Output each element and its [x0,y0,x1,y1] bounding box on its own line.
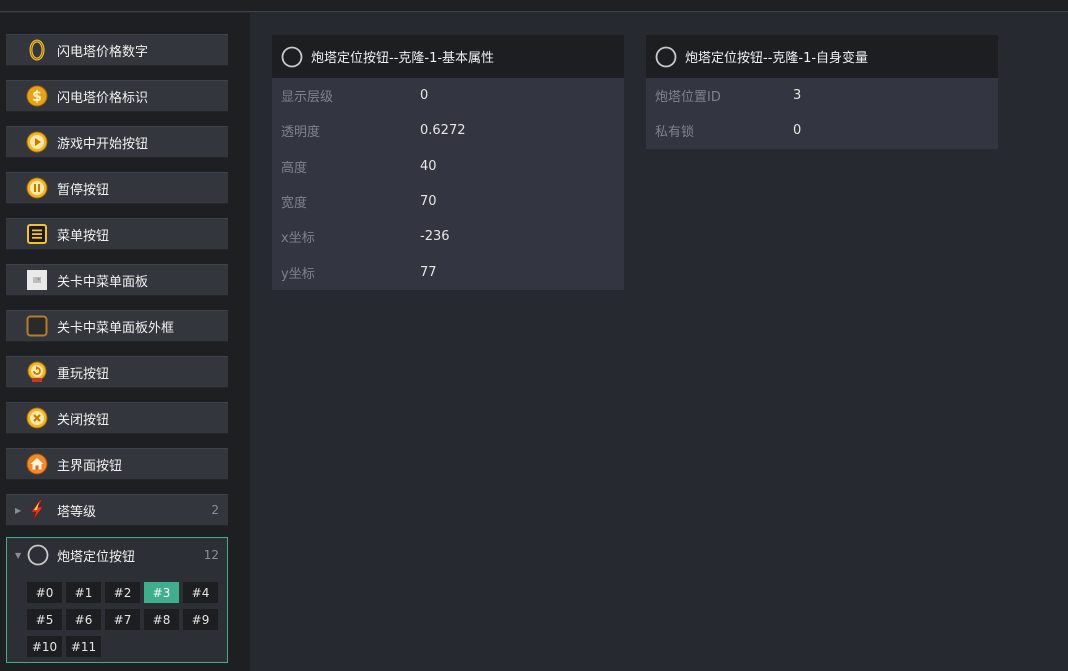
sidebar-item-replay-button[interactable]: 重玩按钮 [6,356,228,388]
sidebar-item-label: 闪电塔价格标识 [57,90,149,106]
home-button-icon [26,453,48,475]
sidebar: 闪电塔价格数字 $ 闪电塔价格标识 游戏中开始按钮 暂停按钮 菜单按钮 关卡中菜… [0,13,250,671]
instance-chip[interactable]: #8 [144,609,179,630]
group-header[interactable]: ▼ 炮塔定位按钮 12 [7,538,227,572]
variable-key: 私有锁 [655,125,695,141]
instance-chip[interactable]: #7 [105,609,140,630]
sidebar-item-label: 闪电塔价格数字 [57,44,149,60]
variable-value[interactable]: 3 [793,88,801,103]
sidebar-item-menu-button[interactable]: 菜单按钮 [6,218,228,250]
property-row[interactable]: 宽度 70 [272,184,624,219]
sidebar-item-label: 关卡中菜单面板 [57,274,149,290]
property-row[interactable]: 高度 40 [272,149,624,184]
sidebar-item-label: 游戏中开始按钮 [57,136,149,152]
sidebar-item-label: 关闭按钮 [57,412,110,428]
sidebar-item-pause-button[interactable]: 暂停按钮 [6,172,228,204]
instance-chip[interactable]: #2 [105,582,140,603]
panel-header: 炮塔定位按钮--克隆-1-自身变量 [646,35,998,78]
caret-down-icon[interactable]: ▼ [15,551,21,560]
property-key: 高度 [281,160,308,176]
caret-right-icon[interactable]: ▶ [15,506,21,515]
sidebar-item-home-button[interactable]: 主界面按钮 [6,448,228,480]
group-count: 12 [203,548,219,562]
sidebar-item-level-menu-panel[interactable]: 关卡中菜单面板 [6,264,228,296]
property-row[interactable]: y坐标 77 [272,254,624,289]
svg-text:$: $ [32,89,42,105]
instance-chip-selected[interactable]: #3 [144,582,179,603]
sidebar-item-start-button[interactable]: 游戏中开始按钮 [6,126,228,158]
property-value[interactable]: -236 [420,229,450,244]
property-value[interactable]: 0 [420,88,428,103]
property-row[interactable]: x坐标 -236 [272,219,624,254]
close-button-icon [26,407,48,429]
pause-button-icon [26,177,48,199]
property-key: 宽度 [281,196,308,212]
sidebar-group-turret-positioning: ▼ 炮塔定位按钮 12 #0 #1 #2 #3 #4 #5 #6 #7 #8 #… [6,537,228,663]
property-key: 透明度 [281,125,321,141]
top-bar [0,0,1068,12]
menu-list-icon [26,223,48,245]
property-value[interactable]: 70 [420,194,437,209]
sidebar-item-label: 重玩按钮 [57,366,110,382]
sidebar-item-label: 关卡中菜单面板外框 [57,320,175,336]
property-value[interactable]: 40 [420,159,437,174]
dollar-coin-icon: $ [26,85,48,107]
sidebar-item-label: 菜单按钮 [57,228,110,244]
sidebar-group-label: 塔等级 [57,504,97,520]
replay-button-icon [26,361,48,383]
instance-chip[interactable]: #4 [183,582,218,603]
sidebar-item-lightning-price-mark[interactable]: $ 闪电塔价格标识 [6,80,228,112]
instance-chip[interactable]: #10 [27,636,62,657]
property-key: x坐标 [281,231,315,247]
instance-chip[interactable]: #0 [27,582,62,603]
sidebar-group-tower-level[interactable]: ▶ 塔等级 2 [6,494,228,526]
property-value[interactable]: 77 [420,265,437,280]
circle-outline-icon [655,46,677,68]
property-value[interactable]: 0.6272 [420,123,466,138]
property-key: 显示层级 [281,90,334,106]
circle-outline-icon [27,544,49,566]
panel-image-icon [26,269,48,291]
sidebar-item-lightning-price-number[interactable]: 闪电塔价格数字 [6,34,228,66]
sidebar-item-close-button[interactable]: 关闭按钮 [6,402,228,434]
instance-chip[interactable]: #5 [27,609,62,630]
circle-outline-icon [281,46,303,68]
lightning-icon [26,499,48,521]
play-button-icon [26,131,48,153]
property-row[interactable]: 透明度 0.6272 [272,113,624,148]
group-count: 2 [211,503,219,517]
property-row[interactable]: 显示层级 0 [272,78,624,113]
variable-row[interactable]: 私有锁 0 [646,113,998,148]
sidebar-item-label: 暂停按钮 [57,182,110,198]
panel-title: 炮塔定位按钮--克隆-1-基本属性 [311,51,495,66]
instance-chip[interactable]: #9 [183,609,218,630]
zero-digit-icon [26,39,48,61]
instance-chip[interactable]: #6 [66,609,101,630]
instance-chip[interactable]: #11 [66,636,101,657]
variable-value[interactable]: 0 [793,123,801,138]
sidebar-group-label: 炮塔定位按钮 [57,549,136,565]
panel-title: 炮塔定位按钮--克隆-1-自身变量 [685,51,869,66]
panel-frame-icon [26,315,48,337]
variable-row[interactable]: 炮塔位置ID 3 [646,78,998,113]
variable-key: 炮塔位置ID [655,90,721,106]
basic-properties-panel: 炮塔定位按钮--克隆-1-基本属性 显示层级 0 透明度 0.6272 高度 4… [272,35,624,290]
property-key: y坐标 [281,266,315,282]
instance-chip[interactable]: #1 [66,582,101,603]
sidebar-item-label: 主界面按钮 [57,458,123,474]
own-variables-panel: 炮塔定位按钮--克隆-1-自身变量 炮塔位置ID 3 私有锁 0 [646,35,998,149]
sidebar-item-level-menu-panel-frame[interactable]: 关卡中菜单面板外框 [6,310,228,342]
panel-header: 炮塔定位按钮--克隆-1-基本属性 [272,35,624,78]
